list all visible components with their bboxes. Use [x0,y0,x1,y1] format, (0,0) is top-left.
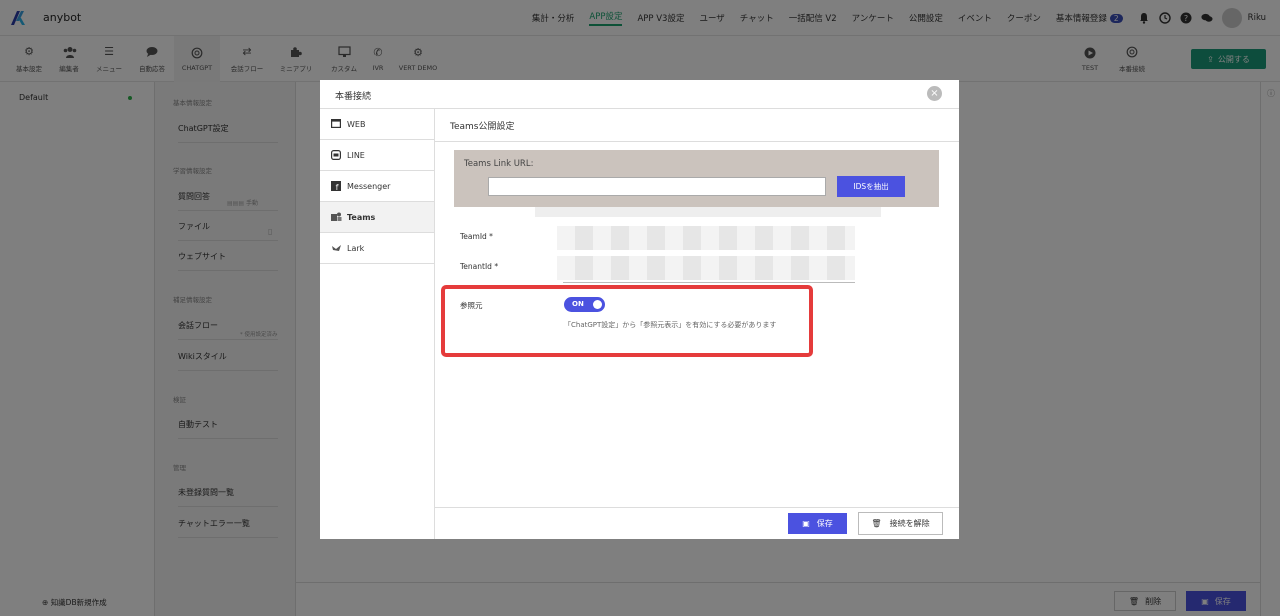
svg-text:f: f [336,183,339,191]
reference-note: 「ChatGPT設定」から「参照元表示」を有効にする必要があります [564,321,777,329]
divider [435,507,959,508]
tab-label: LINE [347,150,365,160]
blurred-area [535,207,881,217]
lark-icon [331,243,341,253]
disconnect-button[interactable]: 🗑 接続を解除 [858,512,943,535]
tab-lark[interactable]: Lark [320,233,434,264]
tab-label: Lark [347,243,365,253]
modal-title: 本番接続 [335,92,372,102]
reference-toggle[interactable]: ON [564,297,605,312]
web-icon [331,119,342,129]
tenant-id-label: TenantId * [460,262,499,271]
teams-link-input[interactable] [488,177,826,196]
teams-icon [331,212,342,222]
disconnect-label: 接続を解除 [889,519,930,528]
production-connect-modal: 本番接続 × WEB LINE f Messenger Teams Lark T… [320,80,959,539]
divider [435,141,959,142]
tab-teams[interactable]: Teams [320,202,434,233]
content-title: Teams公開設定 [450,122,515,132]
reference-label: 参照元 [460,301,483,310]
teams-link-box: Teams Link URL: IDSを抽出 [454,150,939,207]
line-icon [331,150,342,161]
tab-label: Messenger [347,181,391,191]
teams-link-label: Teams Link URL: [464,159,534,169]
close-icon[interactable]: × [927,86,942,101]
modal-header: 本番接続 × [320,80,959,109]
toggle-label: ON [572,300,584,308]
save-icon: ▣ [802,519,810,528]
tab-line[interactable]: LINE [320,140,434,171]
trash-icon: 🗑 [871,519,882,528]
save-label: 保存 [816,519,833,528]
tab-messenger[interactable]: f Messenger [320,171,434,202]
team-id-label: TeamId * [460,232,493,241]
tab-web[interactable]: WEB [320,109,434,140]
tab-label: Teams [347,212,376,222]
modal-save-button[interactable]: ▣ 保存 [788,513,847,534]
channel-tabs: WEB LINE f Messenger Teams Lark [320,109,435,539]
tab-label: WEB [347,119,366,129]
tenant-id-field[interactable] [557,256,855,280]
facebook-icon: f [331,181,341,192]
teams-settings-panel: Teams公開設定 Teams Link URL: IDSを抽出 TeamId … [435,109,959,539]
toggle-knob [593,300,602,309]
team-id-field[interactable] [557,226,855,250]
field-underline [563,282,855,283]
extract-ids-button[interactable]: IDSを抽出 [837,176,905,197]
